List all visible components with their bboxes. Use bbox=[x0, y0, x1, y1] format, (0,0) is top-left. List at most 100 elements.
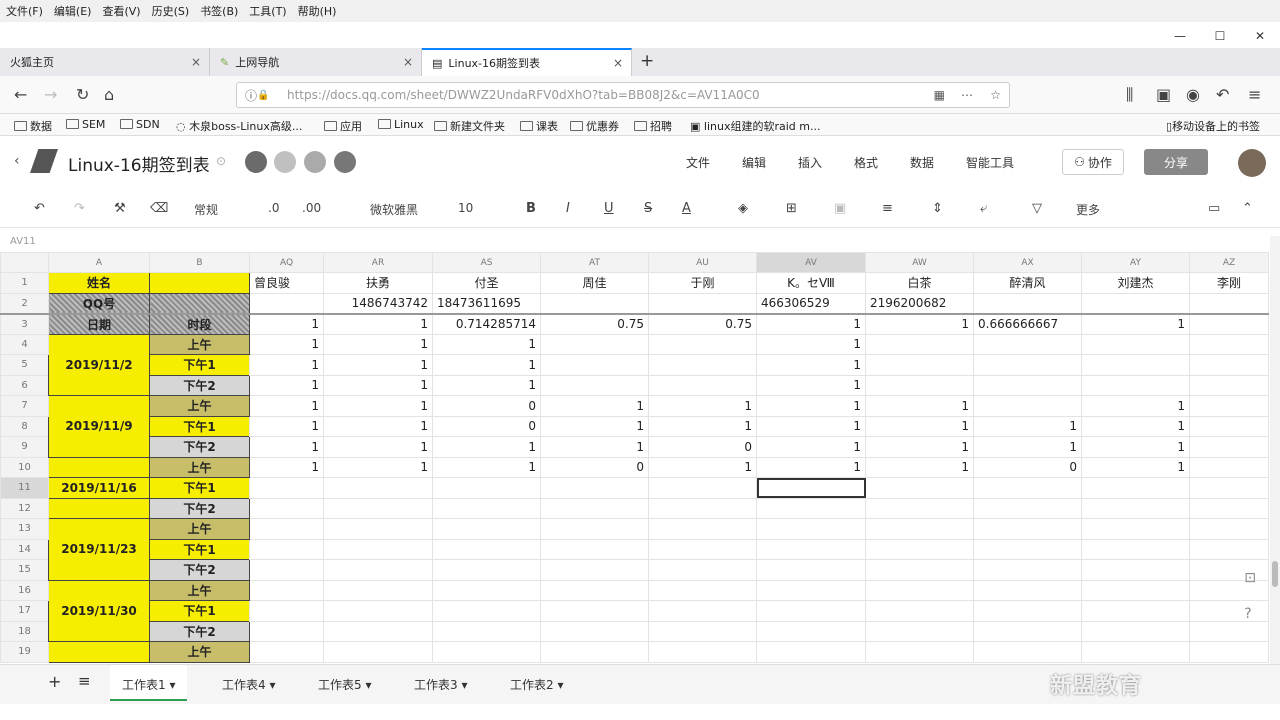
student-name-cell[interactable]: 李刚 bbox=[1189, 272, 1269, 294]
tab-firefox-home[interactable]: 火狐主页 × bbox=[0, 48, 210, 76]
date-cell[interactable]: 2019/11/16 bbox=[48, 477, 150, 499]
attendance-cell[interactable]: 1 bbox=[540, 415, 649, 437]
cell[interactable] bbox=[1081, 641, 1190, 663]
user-avatar[interactable] bbox=[1238, 149, 1266, 177]
attendance-cell[interactable]: 1 bbox=[756, 354, 866, 376]
cell[interactable] bbox=[249, 600, 324, 622]
column-header[interactable]: AQ bbox=[249, 252, 324, 273]
cell[interactable] bbox=[48, 456, 150, 478]
redo-icon[interactable]: ↷ bbox=[74, 201, 85, 216]
attendance-cell[interactable]: 1 bbox=[973, 415, 1082, 437]
column-header[interactable]: AY bbox=[1081, 252, 1190, 273]
attendance-cell[interactable]: 0 bbox=[432, 415, 541, 437]
doc-menu-insert[interactable]: 插入 bbox=[798, 154, 822, 171]
attendance-cell[interactable]: 1 bbox=[323, 374, 433, 396]
qq-label-cell[interactable]: QQ号 bbox=[48, 292, 150, 314]
student-name-cell[interactable]: 醉清风 bbox=[973, 272, 1082, 294]
cell[interactable] bbox=[1189, 579, 1269, 601]
fill-color-icon[interactable]: ◈ bbox=[738, 201, 748, 216]
collapse-icon[interactable]: ⌃ bbox=[1242, 201, 1253, 216]
selected-cell[interactable] bbox=[756, 477, 866, 499]
attendance-cell[interactable] bbox=[1189, 354, 1269, 376]
page-actions-icon[interactable]: ⋯ bbox=[961, 88, 973, 102]
sheet-tab[interactable]: 工作表5 ▾ bbox=[318, 676, 371, 693]
date-cell[interactable]: 2019/11/23 bbox=[48, 518, 150, 581]
row-header[interactable]: 6 bbox=[0, 374, 49, 396]
new-tab-button[interactable]: + bbox=[640, 51, 654, 71]
cell[interactable] bbox=[648, 620, 757, 642]
cell[interactable] bbox=[865, 559, 974, 581]
font-color-icon[interactable]: A bbox=[682, 201, 691, 216]
attendance-cell[interactable]: 1 bbox=[323, 354, 433, 376]
cell[interactable] bbox=[756, 600, 866, 622]
attendance-cell[interactable]: 1 bbox=[323, 333, 433, 355]
attendance-cell[interactable]: 1 bbox=[249, 415, 324, 437]
rate-cell[interactable] bbox=[1189, 313, 1269, 335]
cell[interactable] bbox=[756, 518, 866, 540]
menu-bookmarks[interactable]: 书签(B) bbox=[200, 3, 238, 19]
borders-icon[interactable]: ⊞ bbox=[786, 201, 797, 216]
attendance-cell[interactable]: 1 bbox=[540, 395, 649, 417]
cell[interactable] bbox=[249, 579, 324, 601]
attendance-cell[interactable]: 1 bbox=[1081, 415, 1190, 437]
doc-menu-smart-tools[interactable]: 智能工具 bbox=[966, 154, 1014, 171]
cell[interactable] bbox=[249, 641, 324, 663]
session-cell[interactable]: 上午 bbox=[149, 518, 250, 540]
date-label-cell[interactable]: 日期 bbox=[48, 313, 150, 335]
student-name-cell[interactable]: K。セⅧ bbox=[756, 272, 866, 294]
rate-cell[interactable]: 0.75 bbox=[540, 313, 649, 335]
menu-help[interactable]: 帮助(H) bbox=[298, 3, 337, 19]
row-header[interactable]: 12 bbox=[0, 497, 49, 519]
cell[interactable] bbox=[865, 497, 974, 519]
attendance-cell[interactable]: 1 bbox=[648, 415, 757, 437]
attendance-cell[interactable]: 0 bbox=[540, 456, 649, 478]
cell[interactable] bbox=[1081, 497, 1190, 519]
cell[interactable] bbox=[865, 518, 974, 540]
menu-tools[interactable]: 工具(T) bbox=[249, 3, 286, 19]
strikethrough-icon[interactable]: S bbox=[644, 201, 652, 216]
comment-icon[interactable]: ▭ bbox=[1208, 201, 1220, 216]
attendance-cell[interactable] bbox=[973, 374, 1082, 396]
minimize-button[interactable]: — bbox=[1160, 29, 1200, 43]
cell[interactable] bbox=[432, 538, 541, 560]
attendance-cell[interactable]: 1 bbox=[648, 395, 757, 417]
bookmark-item[interactable]: 应用 bbox=[324, 118, 362, 134]
attendance-cell[interactable] bbox=[648, 354, 757, 376]
session-cell[interactable]: 下午2 bbox=[149, 374, 250, 396]
attendance-cell[interactable]: 1 bbox=[249, 456, 324, 478]
rate-cell[interactable]: 1 bbox=[1081, 313, 1190, 335]
row-header[interactable]: 15 bbox=[0, 559, 49, 581]
cell[interactable] bbox=[249, 477, 324, 499]
back-icon[interactable]: ← bbox=[14, 85, 27, 104]
session-cell[interactable]: 下午2 bbox=[149, 436, 250, 458]
star-icon[interactable]: ☆ bbox=[990, 88, 1001, 102]
session-cell[interactable]: 下午1 bbox=[149, 538, 250, 560]
cell[interactable] bbox=[432, 559, 541, 581]
cell[interactable] bbox=[1081, 559, 1190, 581]
cell[interactable] bbox=[756, 620, 866, 642]
cell[interactable] bbox=[249, 559, 324, 581]
attendance-cell[interactable]: 1 bbox=[432, 436, 541, 458]
attendance-cell[interactable]: 1 bbox=[540, 436, 649, 458]
row-header[interactable]: 1 bbox=[0, 272, 49, 294]
row-header[interactable]: 4 bbox=[0, 333, 49, 355]
attendance-cell[interactable] bbox=[1189, 395, 1269, 417]
cell[interactable] bbox=[323, 579, 433, 601]
student-name-cell[interactable]: 周佳 bbox=[540, 272, 649, 294]
column-header[interactable]: AU bbox=[648, 252, 757, 273]
bookmark-item[interactable]: 新建文件夹 bbox=[434, 118, 505, 134]
menu-file[interactable]: 文件(F) bbox=[6, 3, 43, 19]
sidebar-icon[interactable]: ▣ bbox=[1156, 85, 1171, 104]
cell[interactable] bbox=[249, 620, 324, 642]
cell[interactable] bbox=[432, 579, 541, 601]
attendance-cell[interactable]: 1 bbox=[756, 374, 866, 396]
qq-cell[interactable]: 1486743742 bbox=[323, 292, 433, 314]
cell[interactable] bbox=[48, 641, 150, 663]
cell[interactable] bbox=[540, 641, 649, 663]
attendance-cell[interactable] bbox=[1189, 436, 1269, 458]
library-icon[interactable]: ⫼ bbox=[1126, 85, 1133, 105]
cell[interactable] bbox=[1189, 477, 1269, 499]
qq-cell[interactable]: 466306529 bbox=[756, 292, 866, 314]
cell[interactable] bbox=[648, 600, 757, 622]
cell[interactable] bbox=[1189, 538, 1269, 560]
